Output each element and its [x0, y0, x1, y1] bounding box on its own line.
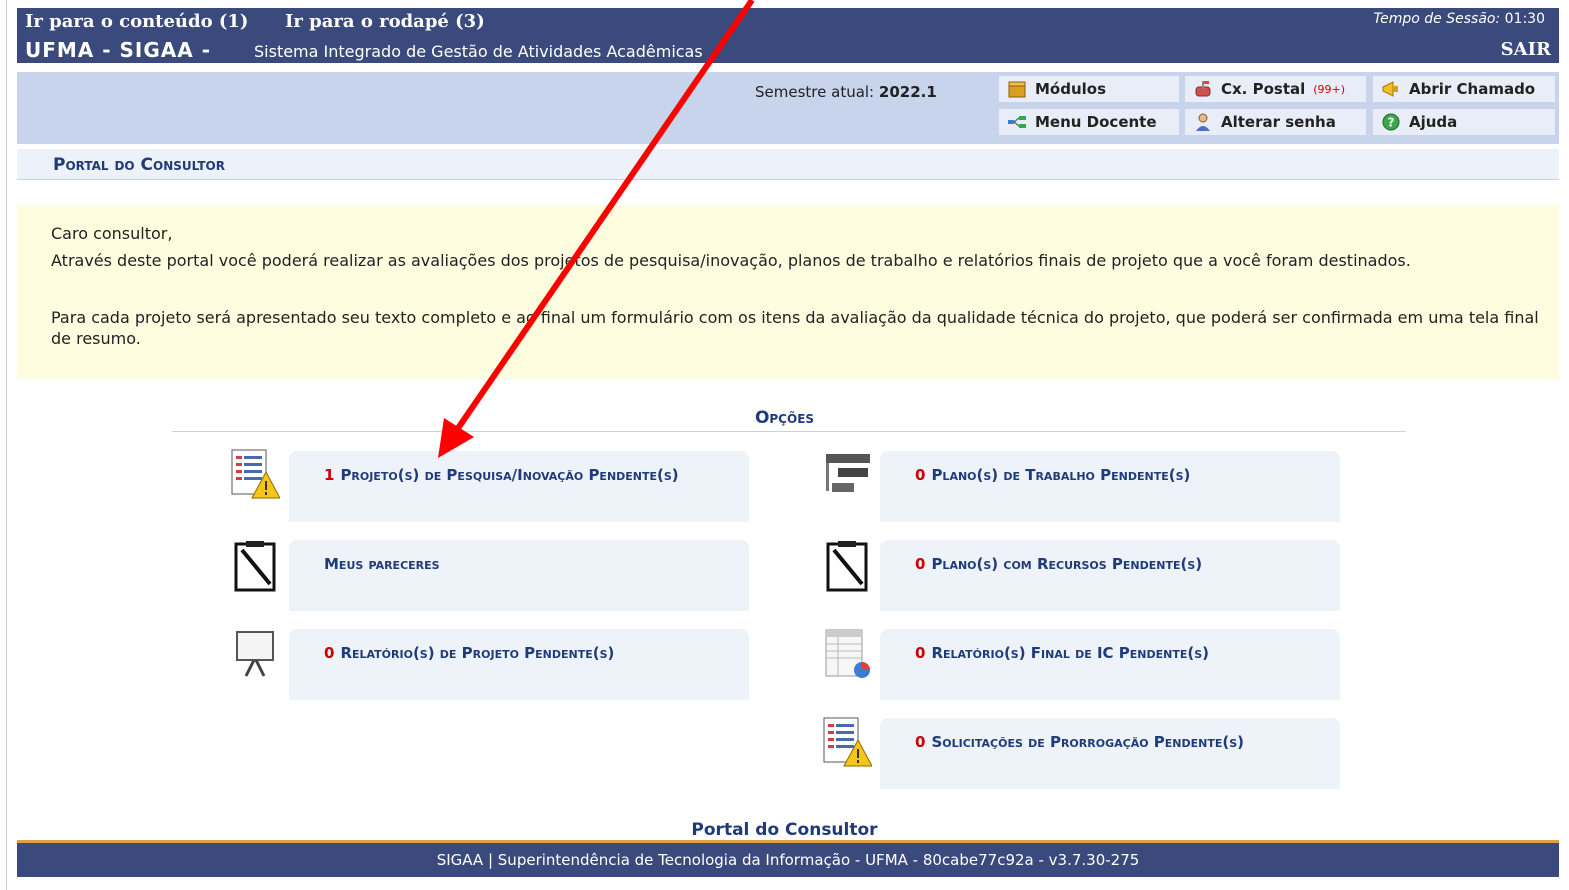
logout-link[interactable]: SAIR: [1501, 39, 1551, 60]
session-timer: Tempo de Sessão: 01:30: [1373, 11, 1545, 27]
projetos-label: Projeto(s) de Pesquisa/Inovação Pendente…: [340, 466, 679, 484]
session-time: 01:30: [1504, 11, 1545, 27]
mailbox-icon: [1195, 81, 1211, 97]
document-warning-icon: [231, 449, 280, 499]
prorrogacao-label: Solicitações de Prorrogação Pendente(s): [931, 733, 1244, 751]
relatorios-projeto-label: Relatório(s) de Projeto Pendente(s): [340, 644, 615, 662]
card-relatorios-projeto: 0 Relatório(s) de Projeto Pendente(s): [289, 629, 749, 700]
options-title: Opções: [754, 408, 815, 428]
system-name: Sistema Integrado de Gestão de Atividade…: [254, 42, 703, 61]
modulos-label: Módulos: [1035, 80, 1107, 98]
semester-value: 2022.1: [878, 83, 937, 101]
relatorio-final-ic-count: 0: [915, 644, 926, 662]
alterar-senha-button[interactable]: Alterar senha: [1185, 109, 1366, 135]
welcome-notice: Caro consultor, Através deste portal voc…: [17, 205, 1559, 379]
planos-trabalho-label: Plano(s) de Trabalho Pendente(s): [931, 466, 1191, 484]
planos-recursos-count: 0: [915, 555, 926, 573]
meus-pareceres-link[interactable]: Meus pareceres: [324, 555, 440, 573]
footer-bar: SIGAA | Superintendência de Tecnologia d…: [17, 843, 1559, 877]
ajuda-label: Ajuda: [1409, 113, 1458, 131]
relatorio-final-ic-link[interactable]: 0 Relatório(s) Final de IC Pendente(s): [915, 644, 1209, 662]
session-label: Tempo de Sessão:: [1373, 11, 1501, 27]
page-title: Portal do Consultor: [53, 155, 225, 175]
box-icon: [1008, 81, 1026, 98]
semester-label: Semestre atual:: [755, 83, 875, 101]
megaphone-icon: [1382, 81, 1398, 97]
relatorio-final-ic-label: Relatório(s) Final de IC Pendente(s): [931, 644, 1209, 662]
document-warning-icon: [823, 717, 872, 767]
notice-greeting: Caro consultor,: [51, 224, 173, 243]
card-planos-recursos: 0 Plano(s) com Recursos Pendente(s): [880, 540, 1340, 611]
planos-recursos-link[interactable]: 0 Plano(s) com Recursos Pendente(s): [915, 555, 1202, 573]
network-icon: [1008, 116, 1026, 128]
planos-recursos-label: Plano(s) com Recursos Pendente(s): [931, 555, 1203, 573]
current-semester: Semestre atual: 2022.1: [755, 83, 937, 101]
planos-trabalho-link[interactable]: 0 Plano(s) de Trabalho Pendente(s): [915, 466, 1190, 484]
skip-to-content-link[interactable]: Ir para o conteúdo (1): [25, 11, 248, 32]
portal-title-bar: Portal do Consultor: [17, 149, 1559, 180]
relatorios-projeto-count: 0: [324, 644, 335, 662]
menu-docente-button[interactable]: Menu Docente: [999, 109, 1179, 135]
options-divider: [172, 431, 1406, 432]
prorrogacao-count: 0: [915, 733, 926, 751]
spreadsheet-chart-icon: [825, 629, 870, 678]
abrir-chamado-button[interactable]: Abrir Chamado: [1373, 76, 1555, 102]
alterar-senha-label: Alterar senha: [1221, 113, 1336, 131]
svg-text:?: ?: [1388, 116, 1395, 130]
projetos-count: 1: [324, 466, 335, 484]
modulos-button[interactable]: Módulos: [999, 76, 1179, 102]
ajuda-button[interactable]: ? Ajuda: [1373, 109, 1555, 135]
clipboard-pen-icon: [826, 541, 868, 592]
card-meus-pareceres: Meus pareceres: [289, 540, 749, 611]
clipboard-pen-icon: [234, 541, 276, 592]
projetos-pendentes-link[interactable]: 1 Projeto(s) de Pesquisa/Inovação Pendent…: [324, 466, 679, 484]
brand-name: UFMA - SIGAA -: [25, 38, 211, 62]
info-bar: Semestre atual: 2022.1 Módulos Cx. Posta…: [17, 72, 1559, 144]
presentation-board-icon: [236, 631, 274, 677]
notice-paragraph-2: Para cada projeto será apresentado seu t…: [51, 308, 1539, 348]
mail-count-badge: (99+): [1313, 82, 1346, 96]
page-left-border: [6, 0, 7, 890]
cx-postal-label: Cx. Postal: [1221, 80, 1306, 98]
relatorios-projeto-link[interactable]: 0 Relatório(s) de Projeto Pendente(s): [324, 644, 614, 662]
prorrogacao-link[interactable]: 0 Solicitações de Prorrogação Pendente(s): [915, 733, 1244, 751]
card-projetos-pendentes: 1 Projeto(s) de Pesquisa/Inovação Pendent…: [289, 451, 749, 522]
card-prorrogacao: 0 Solicitações de Prorrogação Pendente(s): [880, 718, 1340, 789]
abrir-chamado-label: Abrir Chamado: [1409, 80, 1536, 98]
footer-portal-title: Portal do Consultor: [691, 820, 878, 840]
card-relatorio-final-ic: 0 Relatório(s) Final de IC Pendente(s): [880, 629, 1340, 700]
skip-to-footer-link[interactable]: Ir para o rodapé (3): [285, 11, 485, 32]
user-key-icon: [1196, 113, 1210, 131]
top-header: Ir para o conteúdo (1) Ir para o rodapé …: [17, 8, 1559, 63]
planos-trabalho-count: 0: [915, 466, 926, 484]
card-planos-trabalho: 0 Plano(s) de Trabalho Pendente(s): [880, 451, 1340, 522]
cx-postal-button[interactable]: Cx. Postal (99+): [1185, 76, 1366, 102]
hierarchy-icon: [826, 454, 870, 492]
menu-docente-label: Menu Docente: [1035, 113, 1157, 131]
notice-paragraph-1: Através deste portal você poderá realiza…: [51, 251, 1411, 270]
help-icon: ?: [1382, 113, 1400, 131]
